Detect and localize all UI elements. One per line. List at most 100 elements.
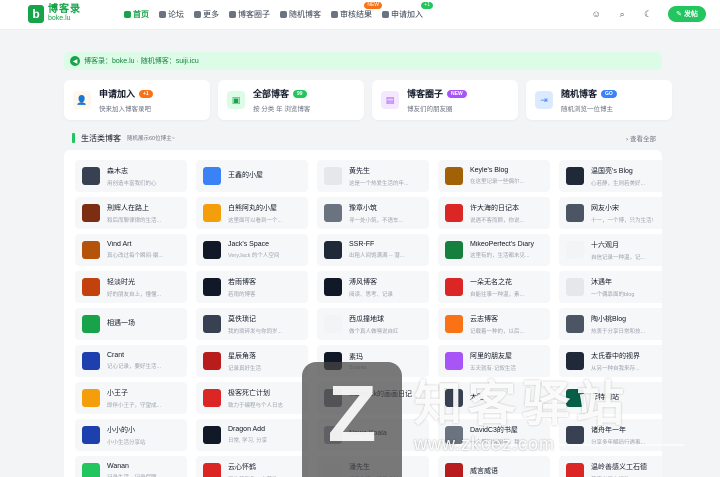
blog-desc: 说遇不客而顾，你说... [470,217,525,224]
logo-title: 博客录 [48,4,81,15]
blog-desc: 分享多年解码行遇事... [591,439,646,446]
blog-name: 太阳 [470,393,484,401]
blog-item[interactable]: 西瓜撞地球 做个真人做嘿说自红 [317,308,429,340]
blog-item[interactable]: Dragon Add 日常, 学习, 分享 [196,419,308,451]
blog-grid-panel: 森木志 用创造丰富我们的心 王鑫的小屋 黄先生 这是一个热爱生活的年... Keyle's… [64,150,662,477]
nav-item[interactable]: 论坛 [159,9,184,20]
nav-item-icon [331,11,338,18]
blog-avatar [566,426,584,444]
nav-item[interactable]: 申请加入 +1 [382,2,433,20]
blog-item[interactable]: Vind Art 真心改过每个瞬间·摄... [75,234,187,266]
blog-item[interactable]: Maverick的画画日记... [317,382,429,414]
blog-desc: VeryJack 的个人空间 [228,253,280,259]
blog-name: 威言威语 [470,467,498,475]
blog-item[interactable]: 太氏春中的视界 从另一种自我来存... [559,345,662,377]
blog-item[interactable]: 潘先生记录生活，记录成长 [317,456,429,477]
blog-item[interactable]: 豫章小筑 寻一处小筑，不语车... [317,197,429,229]
blog-desc: 小小生活分享站 [107,439,146,446]
post-button[interactable]: ✎ 发帖 [668,6,706,22]
quick-card[interactable]: ▣ 全部博客 99 按 分类 年 浏览博客 [218,80,364,120]
blog-item[interactable]: 温岭善感义工石德善事义工在行动 [559,456,662,477]
blog-name: 陶小桃Blog [591,315,627,323]
blog-item[interactable]: 十六观月 自信记录一种温，记... [559,234,662,266]
blog-item[interactable]: 威言威语 [438,456,550,477]
card-title: 全部博客 [253,89,290,99]
blog-item[interactable]: 莫佚琐记 我的琐碎发与你同岁... [196,308,308,340]
blog-name: 许大海的日记本 [470,204,519,212]
blog-avatar [203,389,221,407]
blog-item[interactable]: 白熊阿丸的小屋 这里面可以看到一个... [196,197,308,229]
blog-item[interactable]: 森木志 用创造丰富我们的心 [75,160,187,192]
card-badge: NEW [447,89,467,98]
quick-cards: 👤 申请加入 +1 快来加入博客录吧 ▣ 全部博客 99 按 分类 年 浏览博客 ▤ 博客圈子 NE… [64,80,672,120]
nav-item-icon [229,11,236,18]
nav-item[interactable]: 随机博客 [280,9,321,20]
dark-mode-icon[interactable]: ☾ [642,8,654,20]
quick-card[interactable]: ⇥ 随机博客 GO 随机浏览一位博主 [526,80,672,120]
blog-item[interactable]: 相遇一场 [75,308,187,340]
blog-item[interactable]: 小小的小 小小生活分享站 [75,419,187,451]
blog-avatar [324,352,342,370]
blog-item[interactable]: 素玛 Soanta [317,345,429,377]
blog-item[interactable]: 太阳 [438,382,550,414]
blog-item[interactable]: 刑辉人在路上 和后而聊律律的生活... [75,197,187,229]
blog-avatar [324,204,342,222]
view-all-link[interactable]: › 查看全部 [626,133,656,143]
quick-card[interactable]: 👤 申请加入 +1 快来加入博客录吧 [64,80,210,120]
nav-item[interactable]: 更多 [194,9,219,20]
blog-item[interactable]: 温国亮's Blog 心若静，生则若美好... [559,160,662,192]
blog-item[interactable]: 一朵无名之花自能往事一种温，素... [438,271,550,303]
blog-item[interactable]: Keyle's Blog 在这里记录一些偶尔... [438,160,550,192]
blog-name: 沐遇年 [591,278,612,286]
nav-badge: NEW [364,2,382,9]
nav-item-label: 随机博客 [289,10,321,19]
blog-item[interactable]: SSR-FF 出租人间饱满满 -- 潜... [317,234,429,266]
smile-icon[interactable]: ☺ [590,8,602,20]
blog-item[interactable]: DavidC3的书屋 一人里门与阅与，我... [438,419,550,451]
blog-avatar [82,241,100,259]
blog-item[interactable]: Jack's Space VeryJack 的个人空间 [196,234,308,266]
blog-item[interactable]: 黄先生 这是一个热爱生活的年... [317,160,429,192]
blog-item[interactable]: Nawe Koala [317,419,429,451]
blog-item[interactable]: 王鑫的小屋 [196,160,308,192]
blog-item[interactable]: 星辰角落 记录真好生活 [196,345,308,377]
blog-name: 西瓜撞地球 [349,315,384,323]
blog-desc: 这里面可以看到一个... [228,217,283,224]
blog-item[interactable]: 菲特网站 [559,382,662,414]
blog-item[interactable]: 陶小桃Blog 热衷于分享日常和技... [559,308,662,340]
card-title: 申请加入 [99,89,136,99]
blog-item[interactable]: 网友小宋 十一，一个博，只为生活! [559,197,662,229]
blog-item[interactable]: 沐遇年 一个偶靠面的blog [559,271,662,303]
nav-item-icon [382,11,389,18]
blog-desc: 自能往事一种温，素... [470,291,525,298]
blog-item[interactable]: 诸舟年一年 分享多年解码行遇事... [559,419,662,451]
blog-avatar [82,426,100,444]
blog-item[interactable]: 若雨博客 若雨的博客 [196,271,308,303]
blog-item[interactable]: Wanan 记录生活，记录保障 [75,456,187,477]
blog-item[interactable]: 轻淡时光 好的朋友自上，懂懂... [75,271,187,303]
nav-item[interactable]: 首页 [124,9,149,20]
blog-name: 一朵无名之花 [470,278,512,286]
blog-item[interactable]: 云志博客 记载着一种的，以后... [438,308,550,340]
quick-card[interactable]: ▤ 博客圈子 NEW 博友们的朋友圈 [372,80,518,120]
nav-item[interactable]: 博客圈子 [229,9,270,20]
blog-item[interactable]: 溥风博客 阅读、思考、记录 [317,271,429,303]
blog-avatar [324,389,342,407]
site-logo[interactable]: b 博客录 boke.lu [28,5,81,23]
blog-avatar [324,315,342,333]
blog-desc: 我的琐碎发与你同岁... [228,328,283,335]
blog-name: 星辰角落 [228,352,256,360]
blog-item[interactable]: 许大海的日记本 说遇不客而顾，你说... [438,197,550,229]
blog-item[interactable]: 阿里的朋友屋 五天就有·记叙生活 [438,345,550,377]
blog-item[interactable]: 小王子 即伴小王子，守望成... [75,382,187,414]
blog-item[interactable]: 云心怀鹤再先精影象，文艺欲... [196,456,308,477]
blog-avatar [82,167,100,185]
nav-item[interactable]: 审核结果 NEW [331,2,382,20]
blog-desc: 日常, 学习, 分享 [228,438,268,444]
blog-item[interactable]: MikeoPerfect's Diary 这里有的，生活都未见... [438,234,550,266]
search-icon[interactable]: ⌕ [616,8,628,20]
blog-desc: 记心记录，要好生活... [107,364,162,370]
blog-item[interactable]: Crant 记心记录，要好生活... [75,345,187,377]
blog-desc: 从另一种自我来存... [591,365,640,372]
blog-item[interactable]: 极客死亡计划 致力于编程与个人日志 [196,382,308,414]
